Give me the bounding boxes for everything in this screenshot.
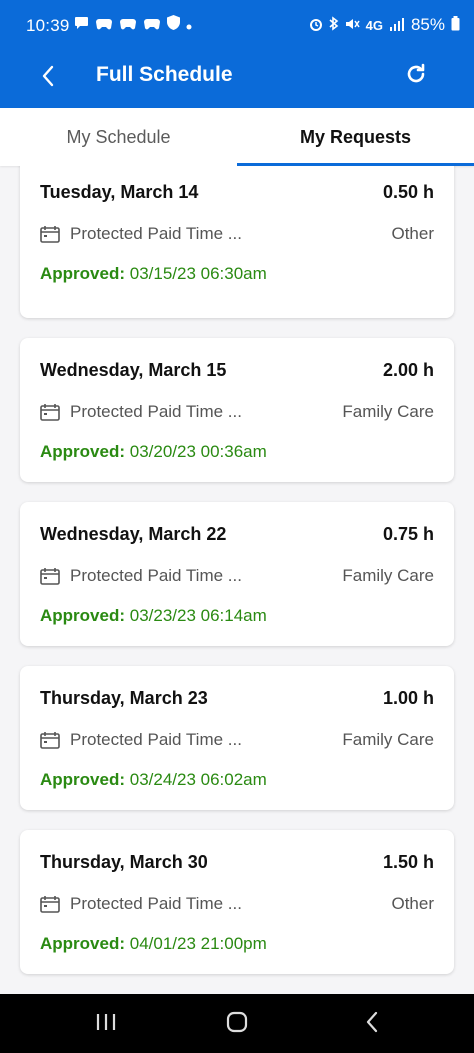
request-card[interactable]: Wednesday, March 22 0.75 h Protected Pai… bbox=[20, 502, 454, 646]
tab-bar: My Schedule My Requests bbox=[0, 108, 474, 166]
back-button[interactable] bbox=[30, 60, 66, 96]
system-icons: 4G 85% bbox=[309, 15, 460, 35]
status-bar: 10:39 4G 85% bbox=[0, 0, 474, 52]
refresh-icon bbox=[404, 62, 428, 91]
request-hours: 0.50 h bbox=[382, 182, 434, 202]
status-timestamp: 03/24/23 06:02am bbox=[129, 770, 267, 789]
status-label: Approved: bbox=[40, 770, 125, 789]
status-timestamp: 04/01/23 21:00pm bbox=[129, 934, 267, 953]
signal-icon bbox=[389, 17, 405, 34]
network-type: 4G bbox=[365, 17, 383, 33]
request-card[interactable]: Thursday, March 30 1.50 h Protected Paid… bbox=[20, 830, 454, 974]
alarm-icon bbox=[309, 17, 323, 34]
calendar-icon bbox=[40, 225, 60, 243]
system-nav-bar bbox=[0, 994, 474, 1053]
chat-icon bbox=[74, 16, 89, 34]
request-hours: 1.50 h bbox=[382, 852, 434, 872]
page-title: Full Schedule bbox=[96, 63, 233, 86]
calendar-icon bbox=[40, 403, 60, 421]
game-controller-icon bbox=[119, 16, 137, 34]
notification-icons bbox=[74, 15, 192, 34]
request-status: Approved: 03/24/23 06:02am bbox=[40, 770, 267, 790]
home-icon bbox=[226, 1011, 248, 1038]
status-label: Approved: bbox=[40, 442, 125, 461]
battery-percent: 85% bbox=[410, 15, 445, 34]
mute-icon bbox=[345, 17, 360, 34]
status-time: 10:39 bbox=[26, 16, 70, 35]
request-status: Approved: 03/15/23 06:30am bbox=[40, 264, 267, 284]
request-date: Thursday, March 23 bbox=[40, 688, 208, 708]
request-date: Thursday, March 30 bbox=[40, 852, 208, 872]
calendar-icon bbox=[40, 731, 60, 749]
request-category: Other bbox=[391, 894, 434, 913]
shield-icon bbox=[167, 15, 180, 34]
back-arrow-icon bbox=[365, 1011, 379, 1038]
chevron-left-icon bbox=[41, 65, 55, 92]
bluetooth-icon bbox=[329, 16, 339, 34]
request-type: Protected Paid Time ... bbox=[70, 894, 242, 913]
request-type: Protected Paid Time ... bbox=[70, 730, 242, 749]
request-hours: 2.00 h bbox=[382, 360, 434, 380]
calendar-icon bbox=[40, 895, 60, 913]
request-status: Approved: 04/01/23 21:00pm bbox=[40, 934, 267, 954]
request-status: Approved: 03/20/23 00:36am bbox=[40, 442, 267, 462]
request-date: Wednesday, March 22 bbox=[40, 524, 227, 544]
calendar-icon bbox=[40, 567, 60, 585]
recent-apps-icon bbox=[95, 1012, 117, 1037]
app-bar: Full Schedule bbox=[0, 52, 474, 108]
requests-list[interactable]: Tuesday, March 14 0.50 h Protected Paid … bbox=[0, 166, 474, 994]
request-hours: 0.75 h bbox=[382, 524, 434, 544]
refresh-button[interactable] bbox=[398, 58, 434, 94]
request-type: Protected Paid Time ... bbox=[70, 224, 242, 243]
status-timestamp: 03/23/23 06:14am bbox=[129, 606, 267, 625]
request-category: Family Care bbox=[342, 566, 434, 585]
request-card[interactable]: Thursday, March 23 1.00 h Protected Paid… bbox=[20, 666, 454, 810]
request-status: Approved: 03/23/23 06:14am bbox=[40, 606, 267, 626]
request-type: Protected Paid Time ... bbox=[70, 402, 242, 421]
request-card[interactable]: Tuesday, March 14 0.50 h Protected Paid … bbox=[20, 166, 454, 318]
system-back-button[interactable] bbox=[352, 1008, 392, 1040]
status-label: Approved: bbox=[40, 606, 125, 625]
request-card[interactable]: Wednesday, March 15 2.00 h Protected Pai… bbox=[20, 338, 454, 482]
status-label: Approved: bbox=[40, 264, 125, 283]
more-dot-icon bbox=[186, 16, 192, 34]
request-category: Family Care bbox=[342, 730, 434, 749]
request-type: Protected Paid Time ... bbox=[70, 566, 242, 585]
status-timestamp: 03/20/23 00:36am bbox=[129, 442, 267, 461]
battery-icon bbox=[451, 16, 460, 34]
game-controller-icon bbox=[95, 16, 113, 34]
recent-apps-button[interactable] bbox=[86, 1008, 126, 1040]
request-date: Wednesday, March 15 bbox=[40, 360, 227, 380]
tab-my-requests[interactable]: My Requests bbox=[237, 108, 474, 166]
tab-my-schedule[interactable]: My Schedule bbox=[0, 108, 237, 166]
home-button[interactable] bbox=[217, 1008, 257, 1040]
game-controller-icon bbox=[143, 16, 161, 34]
request-category: Other bbox=[391, 224, 434, 243]
request-hours: 1.00 h bbox=[382, 688, 434, 708]
status-label: Approved: bbox=[40, 934, 125, 953]
request-date: Tuesday, March 14 bbox=[40, 182, 199, 202]
status-timestamp: 03/15/23 06:30am bbox=[129, 264, 267, 283]
request-category: Family Care bbox=[342, 402, 434, 421]
